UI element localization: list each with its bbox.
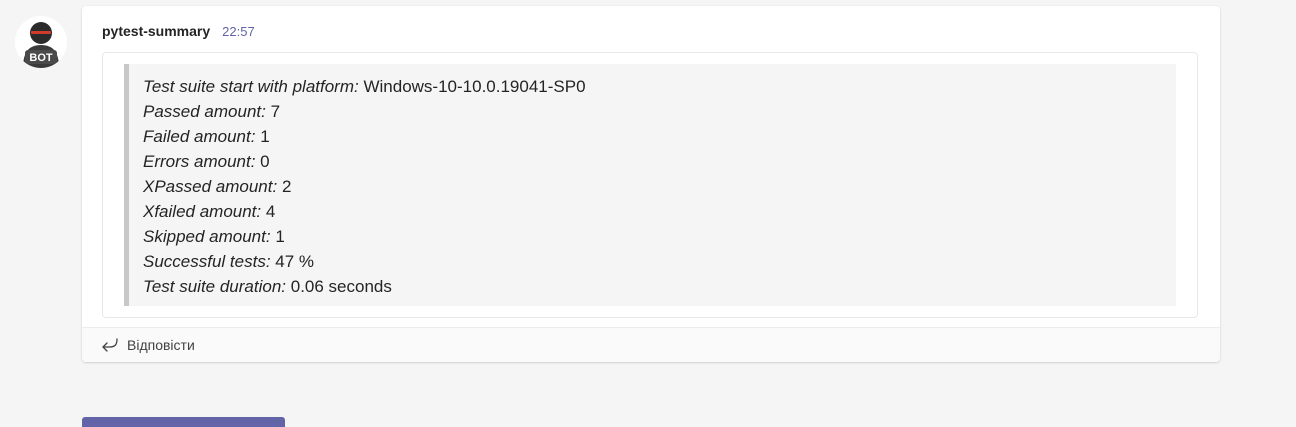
message-header: pytest-summary 22:57 [102, 23, 255, 41]
summary-value: 1 [260, 127, 270, 146]
adaptive-card: Test suite start with platform: Windows-… [102, 52, 1198, 318]
summary-value: 4 [265, 202, 276, 221]
summary-quote-block: Test suite start with platform: Windows-… [124, 64, 1176, 306]
summary-label: Successful tests: [143, 252, 271, 271]
summary-label: Test suite duration: [143, 277, 287, 296]
sender-name[interactable]: pytest-summary [102, 23, 210, 39]
summary-value: 1 [275, 227, 285, 246]
summary-value: 7 [270, 102, 281, 121]
summary-line-xpassed: XPassed amount: 2 [143, 174, 1176, 199]
message-card: pytest-summary 22:57 Test suite start wi… [82, 6, 1220, 362]
summary-line-platform: Test suite start with platform: Windows-… [143, 74, 1176, 99]
summary-line-xfailed: Xfailed amount: 4 [143, 199, 1176, 224]
summary-value: 0.06 seconds [290, 277, 392, 296]
reply-label: Відповісти [127, 337, 195, 353]
summary-value: Windows-10-10.0.19041-SP0 [363, 77, 586, 96]
bot-avatar-label: BOT [29, 52, 53, 64]
reply-arrow-icon [102, 338, 118, 352]
summary-label: Errors amount: [143, 152, 256, 171]
summary-line-errors: Errors amount: 0 [143, 149, 1176, 174]
summary-label: Failed amount: [143, 127, 256, 146]
summary-line-duration: Test suite duration: 0.06 seconds [143, 274, 1176, 299]
summary-label: Passed amount: [143, 102, 266, 121]
summary-value: 47 % [275, 252, 315, 271]
summary-line-successful: Successful tests: 47 % [143, 249, 1176, 274]
bot-avatar[interactable]: BOT [15, 16, 67, 68]
summary-label: Skipped amount: [143, 227, 271, 246]
reply-button[interactable]: Відповісти [82, 327, 1220, 362]
compose-new-conversation-button[interactable] [82, 417, 285, 427]
summary-value: 0 [260, 152, 270, 171]
summary-label: Test suite start with platform: [143, 77, 359, 96]
summary-line-skipped: Skipped amount: 1 [143, 224, 1176, 249]
summary-line-passed: Passed amount: 7 [143, 99, 1176, 124]
summary-label: Xfailed amount: [143, 202, 262, 221]
summary-label: XPassed amount: [143, 177, 278, 196]
summary-line-failed: Failed amount: 1 [143, 124, 1176, 149]
summary-value: 2 [281, 177, 292, 196]
message-timestamp: 22:57 [222, 24, 255, 39]
bot-avatar-icon: BOT [15, 16, 67, 68]
